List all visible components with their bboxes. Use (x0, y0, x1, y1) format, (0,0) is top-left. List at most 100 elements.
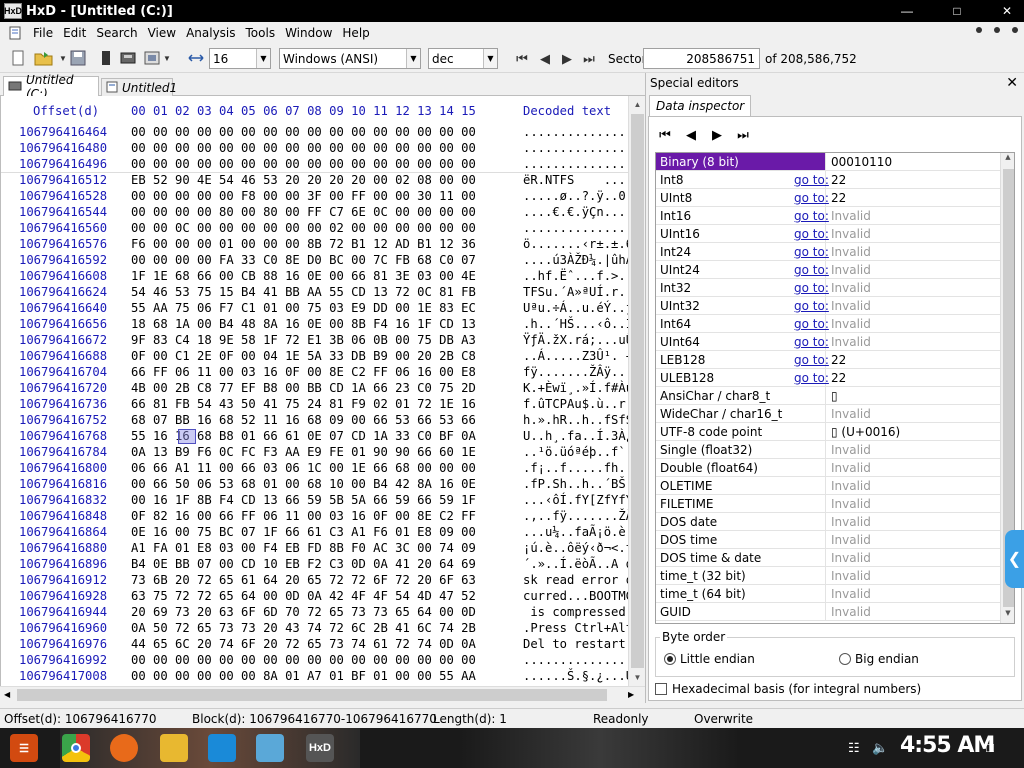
row-bytes[interactable]: 06 66 A1 11 00 66 03 06 1C 00 1E 66 68 0… (131, 461, 476, 475)
row-decoded-text[interactable]: ................ (523, 125, 640, 139)
row-bytes[interactable]: 66 FF 06 11 00 03 16 0F 00 8E C2 FF 06 1… (131, 365, 476, 379)
maximize-button[interactable]: □ (940, 0, 974, 22)
hex-vertical-scrollbar[interactable]: ▲ ▼ (628, 96, 645, 686)
row-decoded-text[interactable]: curred...BOOTMGR (523, 589, 640, 603)
row-bytes[interactable]: 0A 13 B9 F6 0C FC F3 AA E9 FE 01 90 90 6… (131, 445, 476, 459)
inspector-row[interactable]: Int16 go to: Invalid (656, 207, 1000, 225)
row-bytes[interactable]: 00 00 00 00 00 F8 00 00 3F 00 FF 00 00 3… (131, 189, 476, 203)
row-bytes[interactable]: 73 6B 20 72 65 61 64 20 65 72 72 6F 72 2… (131, 573, 476, 587)
inspector-value[interactable]: 22 (827, 189, 846, 206)
row-bytes[interactable]: 00 00 00 00 00 00 00 00 00 00 00 00 00 0… (131, 157, 476, 171)
scrollbar-thumb[interactable] (17, 689, 607, 701)
inspector-value[interactable]: ▯ (U+0016) (827, 423, 900, 440)
scroll-down-icon[interactable]: ▼ (629, 669, 646, 686)
row-decoded-text[interactable]: ¡ú.è..ôëý‹ð¬<.t. (523, 541, 640, 555)
inspector-value[interactable]: Invalid (827, 261, 871, 278)
row-decoded-text[interactable]: TFSu.´A»ªUÍ.r..û (523, 285, 640, 299)
row-bytes[interactable]: 54 46 53 75 15 B4 41 BB AA 55 CD 13 72 0… (131, 285, 476, 299)
inspector-row[interactable]: UInt32 go to: Invalid (656, 297, 1000, 315)
charset-select[interactable]: Windows (ANSI) ▼ (279, 48, 421, 69)
inspector-row[interactable]: GUID Invalid (656, 603, 1000, 621)
inspector-row[interactable]: WideChar / char16_t Invalid (656, 405, 1000, 423)
go-to-link[interactable]: go to: (794, 209, 829, 223)
go-to-link[interactable]: go to: (794, 353, 829, 367)
go-to-link[interactable]: go to: (794, 317, 829, 331)
taskbar-clock[interactable]: 4:55 AM (900, 733, 995, 758)
row-bytes[interactable]: 00 00 00 00 00 00 00 00 00 00 00 00 00 0… (131, 125, 476, 139)
network-icon[interactable]: ☷ (848, 740, 860, 756)
row-decoded-text[interactable]: ................ (523, 141, 640, 155)
menu-search[interactable]: Search (91, 26, 142, 40)
row-decoded-text[interactable]: ..Á.....Z3Û¹. +È (523, 349, 640, 363)
go-to-link[interactable]: go to: (794, 371, 829, 385)
scroll-up-icon[interactable]: ▲ (1001, 153, 1014, 167)
scroll-down-icon[interactable]: ▼ (1001, 609, 1014, 623)
inspector-value[interactable]: Invalid (827, 549, 871, 566)
inspector-value[interactable]: Invalid (827, 495, 871, 512)
row-decoded-text[interactable]: h.».hR..h..fSfSf (523, 413, 640, 427)
inspector-row[interactable]: Double (float64) Invalid (656, 459, 1000, 477)
menu-analysis[interactable]: Analysis (181, 26, 240, 40)
mdi-minimize-dot[interactable] (976, 27, 982, 33)
row-decoded-text[interactable]: ................ (523, 221, 640, 235)
row-decoded-text[interactable]: fÿ.......ŽÂÿ...è (523, 365, 640, 379)
next-sector-icon[interactable]: ▶ (558, 48, 576, 70)
tab-data-inspector[interactable]: Data inspector (649, 95, 752, 116)
row-decoded-text[interactable]: .....ø..?.ÿ..0.. (523, 189, 640, 203)
row-decoded-text[interactable]: ....€.€.ÿÇn..... (523, 205, 640, 219)
inspector-row[interactable]: FILETIME Invalid (656, 495, 1000, 513)
inspector-row[interactable]: UTF-8 code point ▯ (U+0016) (656, 423, 1000, 441)
big-endian-radio[interactable]: Big endian (839, 652, 919, 666)
inspector-row[interactable]: OLETIME Invalid (656, 477, 1000, 495)
last-sector-icon[interactable]: ⏭ (580, 48, 598, 70)
menu-help[interactable]: Help (337, 26, 374, 40)
row-bytes[interactable]: EB 52 90 4E 54 46 53 20 20 20 20 00 02 0… (131, 173, 476, 187)
inspector-value[interactable]: Invalid (827, 477, 871, 494)
go-to-link[interactable]: go to: (794, 263, 829, 277)
hxd-app-icon[interactable]: HxD (4, 3, 22, 19)
inspector-row[interactable]: Int64 go to: Invalid (656, 315, 1000, 333)
inspector-row[interactable]: DOS date Invalid (656, 513, 1000, 531)
row-decoded-text[interactable]: ......Š.§.¿...Uª (523, 669, 640, 683)
row-bytes[interactable]: B4 0E BB 07 00 CD 10 EB F2 C3 0D 0A 41 2… (131, 557, 476, 571)
row-decoded-text[interactable]: .fP.Sh..h..´BŠ.. (523, 477, 640, 491)
go-to-link[interactable]: go to: (794, 245, 829, 259)
row-decoded-text[interactable]: ................ (523, 653, 640, 667)
next-icon[interactable]: ▶ (709, 127, 725, 143)
row-decoded-text[interactable]: ...‹ôÍ.fY[ZfYfY. (523, 493, 640, 507)
row-decoded-text[interactable]: .h..´HŠ...‹ô..Í. (523, 317, 640, 331)
hex-basis-checkbox[interactable]: Hexadecimal basis (for integral numbers) (655, 682, 921, 696)
go-to-link[interactable]: go to: (794, 173, 829, 187)
inspector-value[interactable]: Invalid (827, 405, 871, 422)
document-icon[interactable] (6, 24, 24, 42)
row-decoded-text[interactable]: ..hf.Ëˆ...f.>..N (523, 269, 640, 283)
row-decoded-text[interactable]: ´.»..Í.ëòÃ..A di (523, 557, 640, 571)
status-readonly[interactable]: Readonly (593, 712, 649, 726)
inspector-row[interactable]: UInt8 go to: 22 (656, 189, 1000, 207)
memory-dropdown-chevron-icon[interactable]: ▼ (162, 47, 172, 69)
row-bytes[interactable]: 00 16 1F 8B F4 CD 13 66 59 5B 5A 66 59 6… (131, 493, 476, 507)
open-disk-icon[interactable] (118, 47, 138, 69)
row-decoded-text[interactable]: ...u¼..faÃ¡ö.è.. (523, 525, 640, 539)
row-bytes[interactable]: 00 00 00 00 00 00 00 00 00 00 00 00 00 0… (131, 141, 476, 155)
last-icon[interactable]: ⏭ (735, 127, 751, 143)
notifications-icon[interactable]: □ (986, 740, 994, 755)
inspector-value[interactable]: Invalid (827, 603, 871, 620)
inspector-value[interactable]: ▯ (827, 387, 838, 404)
inspector-value[interactable]: Invalid (827, 315, 871, 332)
inspector-value[interactable]: Invalid (827, 531, 871, 548)
row-bytes[interactable]: 18 68 1A 00 B4 48 8A 16 0E 00 8B F4 16 1… (131, 317, 476, 331)
new-file-icon[interactable] (8, 47, 28, 69)
row-bytes[interactable]: A1 FA 01 E8 03 00 F4 EB FD 8B F0 AC 3C 0… (131, 541, 476, 555)
row-bytes[interactable]: 55 AA 75 06 F7 C1 01 00 75 03 E9 DD 00 1… (131, 301, 476, 315)
inspector-row[interactable]: time_t (64 bit) Invalid (656, 585, 1000, 603)
row-decoded-text[interactable]: Del to restart.. (523, 637, 640, 651)
inspector-value[interactable]: Invalid (827, 459, 871, 476)
row-bytes[interactable]: 68 07 BB 16 68 52 11 16 68 09 00 66 53 6… (131, 413, 476, 427)
inspector-row[interactable]: Binary (8 bit) 00010110 (656, 153, 1000, 171)
status-overwrite[interactable]: Overwrite (694, 712, 753, 726)
inspector-value[interactable]: Invalid (827, 225, 871, 242)
bytes-per-row-select[interactable]: 16 ▼ (209, 48, 271, 69)
row-decoded-text[interactable]: ŸƒÄ.žX.rá;...uÛ£ (523, 333, 640, 347)
row-bytes[interactable]: 00 00 00 00 00 00 00 00 00 00 00 00 00 0… (131, 653, 476, 667)
